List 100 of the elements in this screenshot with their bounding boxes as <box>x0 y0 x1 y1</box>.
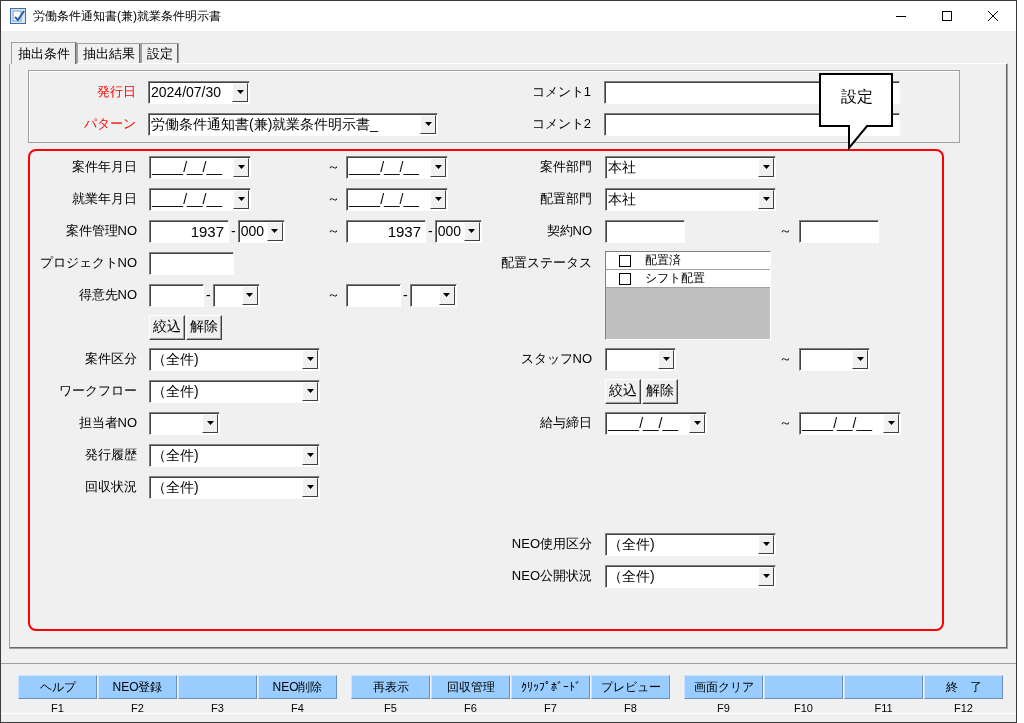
dropdown-button[interactable] <box>302 445 318 465</box>
checkbox[interactable] <box>619 272 631 285</box>
caret-icon <box>206 421 214 425</box>
dropdown[interactable]: 000 <box>434 219 482 243</box>
function-key-button[interactable]: 回収管理 <box>431 675 510 699</box>
window-title: 労働条件通知書(兼)就業条件明示書 <box>33 7 222 25</box>
dropdown-button[interactable] <box>758 534 774 554</box>
text-field[interactable] <box>149 283 204 307</box>
function-key-button[interactable]: 終 了 <box>924 675 1003 699</box>
key-label: F12 <box>954 702 973 714</box>
dropdown-button[interactable] <box>302 349 318 369</box>
function-key-button[interactable]: ｸﾘｯﾌﾟﾎﾞｰﾄﾞ <box>511 675 590 699</box>
dropdown-button[interactable] <box>438 285 455 305</box>
dropdown-button[interactable] <box>302 477 318 497</box>
text-field[interactable] <box>346 283 401 307</box>
key-label: F4 <box>291 702 304 714</box>
dropdown[interactable] <box>799 347 870 371</box>
dropdown-button[interactable] <box>302 381 318 401</box>
dropdown[interactable] <box>409 283 457 307</box>
dropdown-button[interactable] <box>689 413 705 433</box>
text-field[interactable]: 1937 <box>149 219 229 243</box>
dropdown[interactable] <box>212 283 260 307</box>
filter-button[interactable]: 絞込 <box>149 314 185 340</box>
tab[interactable]: 抽出結果 <box>77 43 141 63</box>
key-label: F10 <box>794 702 813 714</box>
field-label: 給与締日 <box>540 414 592 432</box>
caret-icon <box>306 485 314 489</box>
dropdown[interactable]: （全件) <box>149 379 320 403</box>
dropdown-button[interactable] <box>202 413 218 433</box>
key-label: F7 <box>544 702 557 714</box>
function-key-button[interactable]: プレビュー <box>591 675 670 699</box>
function-key-button[interactable] <box>764 675 843 699</box>
dropdown[interactable]: 労働条件通知書(兼)就業条件明示書_ <box>148 112 438 136</box>
dropdown[interactable]: （全件) <box>149 475 320 499</box>
date-dropdown[interactable]: ____/__/__ <box>149 155 251 179</box>
function-key-button[interactable]: NEO削除 <box>258 675 337 699</box>
date-dropdown[interactable]: ____/__/__ <box>346 187 448 211</box>
dropdown-button[interactable] <box>241 285 258 305</box>
dropdown[interactable]: 000 <box>237 219 285 243</box>
text-field[interactable] <box>799 219 879 243</box>
dropdown-button[interactable] <box>233 189 249 209</box>
caret-icon <box>237 197 245 201</box>
dropdown-button[interactable] <box>758 189 774 209</box>
key-label: F9 <box>717 702 730 714</box>
function-key-button[interactable]: NEO登録 <box>98 675 177 699</box>
callout-tooltip: 設定 <box>819 73 895 151</box>
dropdown[interactable] <box>605 347 676 371</box>
date-dropdown[interactable]: 2024/07/30 <box>148 80 250 104</box>
date-dropdown[interactable]: ____/__/__ <box>605 411 707 435</box>
dropdown-button[interactable] <box>758 566 774 586</box>
checkbox[interactable] <box>619 254 631 267</box>
dropdown[interactable]: （全件) <box>605 532 776 556</box>
date-dropdown[interactable]: ____/__/__ <box>149 187 251 211</box>
dropdown[interactable]: 本社 <box>605 155 776 179</box>
field-label: 得意先NO <box>78 286 137 304</box>
dropdown[interactable]: （全件) <box>605 564 776 588</box>
date-dropdown[interactable]: ____/__/__ <box>346 155 448 179</box>
function-key-button[interactable] <box>844 675 923 699</box>
caret-icon <box>434 165 442 169</box>
tab[interactable]: 抽出条件 <box>11 42 77 64</box>
dropdown-button[interactable] <box>420 114 436 134</box>
dropdown[interactable]: 本社 <box>605 187 776 211</box>
dropdown[interactable]: （全件) <box>149 443 320 467</box>
function-key-button[interactable]: ヘルプ <box>18 675 97 699</box>
key-label: F1 <box>51 702 64 714</box>
field-label: パターン <box>84 115 136 133</box>
checklist-box[interactable]: 配置済 シフト配置 <box>605 251 771 340</box>
field-label: コメント1 <box>531 83 591 101</box>
caret-icon <box>306 389 314 393</box>
text-field[interactable] <box>149 251 234 275</box>
caret-icon <box>856 357 864 361</box>
filter-button[interactable]: 解除 <box>186 314 222 340</box>
field-label: NEO公開状況 <box>511 567 592 585</box>
dropdown-button[interactable] <box>852 349 868 369</box>
dropdown-button[interactable] <box>430 157 446 177</box>
dropdown-button[interactable] <box>233 157 249 177</box>
text-field[interactable]: 1937 <box>346 219 426 243</box>
checkbox-label: 配置済 <box>645 252 681 269</box>
function-key-button[interactable]: 画面クリア <box>684 675 763 699</box>
caret-icon <box>693 421 701 425</box>
filter-button[interactable]: 絞込 <box>605 378 641 404</box>
dropdown-button[interactable] <box>758 157 774 177</box>
dropdown-button[interactable] <box>658 349 674 369</box>
function-key-button[interactable]: 再表示 <box>351 675 430 699</box>
dropdown-button[interactable] <box>430 189 446 209</box>
dropdown-button[interactable] <box>463 221 480 241</box>
dash-separator: - <box>206 287 211 303</box>
filter-button[interactable]: 解除 <box>642 378 678 404</box>
dropdown-button[interactable] <box>266 221 283 241</box>
field-label: 案件部門 <box>540 158 592 176</box>
function-key-button[interactable] <box>178 675 257 699</box>
text-field[interactable] <box>605 219 685 243</box>
dropdown-button[interactable] <box>232 82 248 102</box>
date-dropdown[interactable]: ____/__/__ <box>799 411 901 435</box>
dropdown[interactable]: （全件) <box>149 347 320 371</box>
dropdown-button[interactable] <box>883 413 899 433</box>
field-label: 案件区分 <box>85 350 137 368</box>
field-label: コメント2 <box>531 115 591 133</box>
dropdown[interactable] <box>149 411 220 435</box>
tab[interactable]: 設定 <box>141 43 179 63</box>
